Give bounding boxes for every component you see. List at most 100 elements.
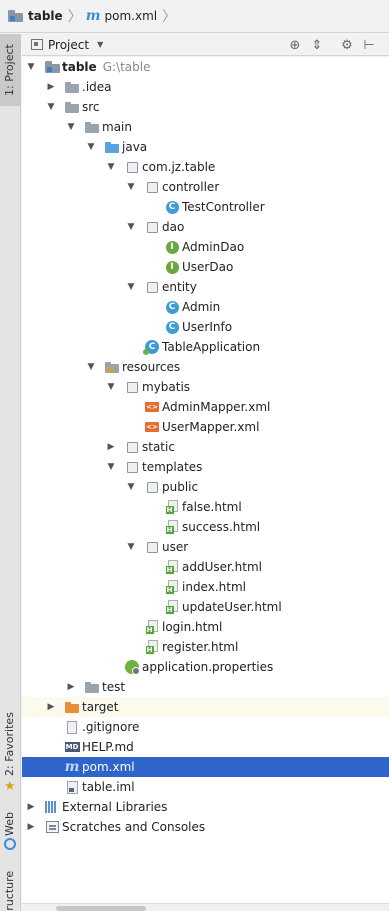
chevron-down-icon[interactable]: ▼: [106, 377, 116, 397]
tree-row-entity[interactable]: ▼ entity: [22, 277, 389, 297]
chevron-down-icon[interactable]: ▼: [97, 40, 103, 49]
html-icon: H: [164, 520, 180, 534]
tree-row-admindao[interactable]: I AdminDao: [22, 237, 389, 257]
tree-row-table-iml[interactable]: table.iml: [22, 777, 389, 797]
tree-item-label: false.html: [182, 500, 242, 514]
chevron-down-icon[interactable]: ▼: [106, 457, 116, 477]
tree-row-help-md[interactable]: MD HELP.md: [22, 737, 389, 757]
tree-row-pom-xml[interactable]: m pom.xml: [22, 757, 389, 777]
chevron-down-icon[interactable]: ▼: [66, 117, 76, 137]
tree-row-test[interactable]: ▶ test: [22, 677, 389, 697]
html-icon: H: [144, 620, 160, 634]
chevron-down-icon[interactable]: ▼: [126, 277, 136, 297]
tree-row-dao[interactable]: ▼ dao: [22, 217, 389, 237]
tree-row-application-properties[interactable]: application.properties: [22, 657, 389, 677]
tab-favorites[interactable]: 2: Favorites ★: [0, 710, 21, 795]
tree-item-label: HELP.md: [82, 740, 134, 754]
tree-row-idea[interactable]: ▶ .idea: [22, 77, 389, 97]
tree-row-main[interactable]: ▼ main: [22, 117, 389, 137]
tree-item-label: Admin: [182, 300, 221, 314]
chevron-down-icon[interactable]: ▼: [86, 137, 96, 157]
tree-item-label: updateUser.html: [182, 600, 282, 614]
tree-item-label: UserDao: [182, 260, 234, 274]
chevron-right-icon[interactable]: ▶: [66, 677, 76, 697]
chevron-down-icon[interactable]: ▼: [26, 57, 36, 77]
tree-row-testcontroller[interactable]: C TestController: [22, 197, 389, 217]
chevron-down-icon[interactable]: ▼: [46, 97, 56, 117]
tree-row-login-html[interactable]: H login.html: [22, 617, 389, 637]
chevron-right-icon[interactable]: ▶: [26, 797, 36, 817]
tree-row-usermapper[interactable]: <> UserMapper.xml: [22, 417, 389, 437]
target-icon[interactable]: ⊕: [286, 36, 304, 54]
tree-row-admin[interactable]: C Admin: [22, 297, 389, 317]
tree-row-updateuser-html[interactable]: H updateUser.html: [22, 597, 389, 617]
tree-row-resources[interactable]: ▼ resources: [22, 357, 389, 377]
tab-structure[interactable]: Structure: [0, 864, 21, 911]
package-icon: [124, 440, 140, 454]
tree-row-target[interactable]: ▶ target: [22, 697, 389, 717]
horizontal-scrollbar[interactable]: [22, 903, 389, 911]
tree-row-templates[interactable]: ▼ templates: [22, 457, 389, 477]
tab-structure-label: Structure: [3, 870, 16, 911]
project-view-selector[interactable]: Project: [48, 38, 89, 52]
tree-row-java[interactable]: ▼ java: [22, 137, 389, 157]
library-icon: [44, 800, 60, 814]
tree-row-user[interactable]: ▼ user: [22, 537, 389, 557]
package-icon: [124, 460, 140, 474]
tree-row-com-jz-table[interactable]: ▼ com.jz.table: [22, 157, 389, 177]
class-icon: C: [164, 300, 180, 314]
chevron-right-icon[interactable]: ▶: [46, 77, 56, 97]
tree-item-label: register.html: [162, 640, 239, 654]
tree-row-static[interactable]: ▶ static: [22, 437, 389, 457]
xml-icon: <>: [145, 402, 159, 412]
tab-web[interactable]: Web: [0, 806, 21, 854]
gear-icon[interactable]: ⚙: [338, 36, 356, 54]
tree-row-userdao[interactable]: I UserDao: [22, 257, 389, 277]
tree-row-gitignore[interactable]: .gitignore: [22, 717, 389, 737]
chevron-right-icon[interactable]: ▶: [26, 817, 36, 837]
tree-row-success-html[interactable]: H success.html: [22, 517, 389, 537]
tree-row-index-html[interactable]: H index.html: [22, 577, 389, 597]
hide-icon[interactable]: ⊢: [360, 36, 378, 54]
excluded-folder-icon: [64, 700, 80, 714]
tree-row-false-html[interactable]: H false.html: [22, 497, 389, 517]
tree-item-label: AdminDao: [182, 240, 245, 254]
folder-icon: [64, 100, 80, 114]
tree-row-public[interactable]: ▼ public: [22, 477, 389, 497]
chevron-down-icon[interactable]: ▼: [126, 217, 136, 237]
tree-item-label: .idea: [82, 80, 112, 94]
chevron-down-icon[interactable]: ▼: [86, 357, 96, 377]
tree-row-tableapplication[interactable]: C TableApplication: [22, 337, 389, 357]
tree-row-register-html[interactable]: H register.html: [22, 637, 389, 657]
tree-row-scratches[interactable]: ▶ Scratches and Consoles: [22, 817, 389, 837]
breadcrumb-file[interactable]: m pom.xml: [86, 6, 157, 26]
package-icon: [144, 280, 160, 294]
tree-row-mybatis[interactable]: ▼ mybatis: [22, 377, 389, 397]
tree-item-label: UserInfo: [182, 320, 233, 334]
tree-row-adminmapper[interactable]: <> AdminMapper.xml: [22, 397, 389, 417]
tree-item-label: login.html: [162, 620, 223, 634]
tree-row-adduser-html[interactable]: H addUser.html: [22, 557, 389, 577]
chevron-right-icon[interactable]: ▶: [46, 697, 56, 717]
tree-row-table[interactable]: ▼ table G:\table: [22, 57, 389, 77]
chevron-right-icon[interactable]: ▶: [106, 437, 116, 457]
breadcrumb-project[interactable]: table: [8, 6, 63, 26]
tree-row-external-libraries[interactable]: ▶ External Libraries: [22, 797, 389, 817]
tree-row-userinfo[interactable]: C UserInfo: [22, 317, 389, 337]
scrollbar-thumb[interactable]: [56, 906, 146, 911]
spring-properties-icon: [124, 660, 140, 675]
project-view-icon: [31, 39, 43, 50]
chevron-down-icon[interactable]: ▼: [126, 477, 136, 497]
maven-icon: m: [64, 759, 80, 775]
chevron-down-icon[interactable]: ▼: [126, 537, 136, 557]
html-icon: H: [164, 600, 180, 614]
chevron-down-icon[interactable]: ▼: [106, 157, 116, 177]
chevron-down-icon[interactable]: ▼: [126, 177, 136, 197]
tab-project[interactable]: 1: Project: [0, 34, 21, 106]
tree-row-src[interactable]: ▼ src: [22, 97, 389, 117]
tree-item-label: user: [162, 540, 189, 554]
tree-item-label: public: [162, 480, 199, 494]
collapse-icon[interactable]: ⇕: [308, 36, 326, 54]
tree-item-label: application.properties: [142, 660, 274, 674]
tree-row-controller[interactable]: ▼ controller: [22, 177, 389, 197]
